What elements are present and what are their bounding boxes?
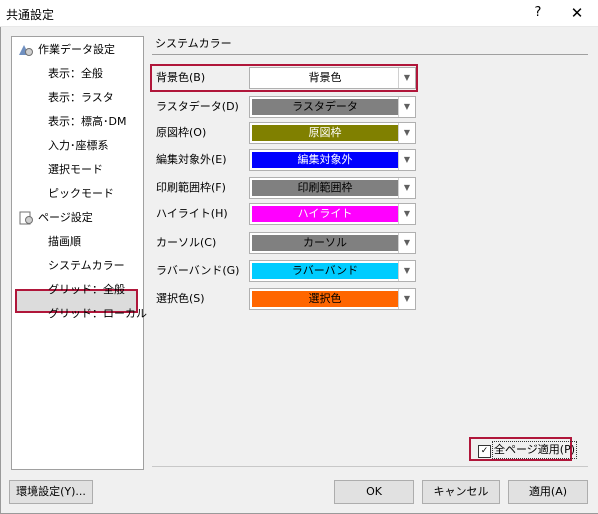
help-button[interactable]: ?	[527, 3, 549, 23]
raster-data-label: ラスタデータ(D)	[156, 100, 239, 113]
tree-item-page-settings[interactable]: ページ設定	[18, 207, 93, 229]
tree-item-system-color[interactable]: システムカラー	[48, 255, 125, 277]
tree-item-display-general[interactable]: 表示：全般	[48, 63, 103, 85]
bottom-divider	[152, 466, 588, 467]
background-color-select[interactable]: 背景色 ▼	[249, 67, 416, 89]
rubber-band-label: ラバーバンド(G)	[156, 264, 240, 277]
chevron-down-icon[interactable]: ▼	[398, 123, 415, 143]
tree-item-draw-order[interactable]: 描画順	[48, 231, 81, 253]
selection-color-select[interactable]: 選択色 ▼	[249, 288, 416, 310]
chevron-down-icon[interactable]: ▼	[398, 150, 415, 170]
color-swatch: 背景色	[252, 70, 398, 86]
color-swatch: 印刷範囲枠	[252, 180, 398, 196]
apply-all-pages-checkbox[interactable]: ✓ 全ページ適用(P)	[469, 437, 577, 461]
color-swatch: 選択色	[252, 291, 398, 307]
chevron-down-icon[interactable]: ▼	[398, 233, 415, 253]
page-settings-icon	[19, 211, 33, 225]
apply-button[interactable]: 適用(A)	[508, 480, 588, 504]
tree-item-grid-local[interactable]: グリッド：ローカル	[48, 303, 147, 325]
settings-tree[interactable]: 作業データ設定 表示：全般 表示：ラスタ 表示：標高･DM 入力･座標系 選択モ…	[11, 36, 147, 470]
cancel-button[interactable]: キャンセル	[422, 480, 500, 504]
title-bar: 共通設定 ? ✕	[0, 0, 598, 27]
window-title: 共通設定	[6, 8, 55, 22]
tree-item-select-mode[interactable]: 選択モード	[48, 159, 103, 181]
chevron-down-icon[interactable]: ▼	[398, 204, 415, 224]
original-frame-select[interactable]: 原図枠 ▼	[249, 122, 416, 144]
print-range-frame-label: 印刷範囲枠(F)	[156, 181, 226, 194]
color-swatch: ハイライト	[252, 206, 398, 222]
section-divider	[152, 54, 588, 55]
chevron-down-icon[interactable]: ▼	[398, 178, 415, 198]
chevron-down-icon[interactable]: ▼	[398, 68, 415, 88]
cursor-label: カーソル(C)	[156, 236, 217, 249]
non-edit-target-label: 編集対象外(E)	[156, 153, 227, 166]
highlight-select[interactable]: ハイライト ▼	[249, 203, 416, 225]
section-title: システムカラー	[155, 37, 232, 50]
checkmark-icon[interactable]: ✓	[478, 445, 491, 458]
color-swatch: 編集対象外	[252, 152, 398, 168]
apply-all-pages-label: 全ページ適用(P)	[492, 441, 577, 459]
data-settings-icon	[19, 45, 33, 56]
color-swatch: ラバーバンド	[252, 263, 398, 279]
color-swatch: 原図枠	[252, 125, 398, 141]
tree-item-display-elevation[interactable]: 表示：標高･DM	[48, 111, 126, 133]
original-frame-label: 原図枠(O)	[156, 126, 207, 139]
color-swatch: ラスタデータ	[252, 99, 398, 115]
chevron-down-icon[interactable]: ▼	[398, 261, 415, 281]
tree-item-pick-mode[interactable]: ピックモード	[48, 183, 114, 205]
highlight-label: ハイライト(H)	[156, 207, 228, 220]
rubber-band-select[interactable]: ラバーバンド ▼	[249, 260, 416, 282]
raster-data-select[interactable]: ラスタデータ ▼	[249, 96, 416, 118]
chevron-down-icon[interactable]: ▼	[398, 97, 415, 117]
background-color-label: 背景色(B)	[156, 71, 206, 84]
close-button[interactable]: ✕	[566, 3, 588, 23]
tree-item-grid-general[interactable]: グリッド：全般	[48, 279, 125, 301]
tree-item-label: ページ設定	[38, 211, 93, 224]
print-range-frame-select[interactable]: 印刷範囲枠 ▼	[249, 177, 416, 199]
tree-item-display-raster[interactable]: 表示：ラスタ	[48, 87, 114, 109]
non-edit-target-select[interactable]: 編集対象外 ▼	[249, 149, 416, 171]
chevron-down-icon[interactable]: ▼	[398, 289, 415, 309]
color-swatch: カーソル	[252, 235, 398, 251]
selection-color-label: 選択色(S)	[156, 292, 205, 305]
ok-button[interactable]: OK	[334, 480, 414, 504]
cursor-select[interactable]: カーソル ▼	[249, 232, 416, 254]
tree-item-input-coords[interactable]: 入力･座標系	[48, 135, 109, 157]
tree-item-label: 作業データ設定	[38, 43, 115, 56]
environment-settings-button[interactable]: 環境設定(Y)...	[9, 480, 93, 504]
tree-item-work-data-settings[interactable]: 作業データ設定	[18, 39, 115, 61]
